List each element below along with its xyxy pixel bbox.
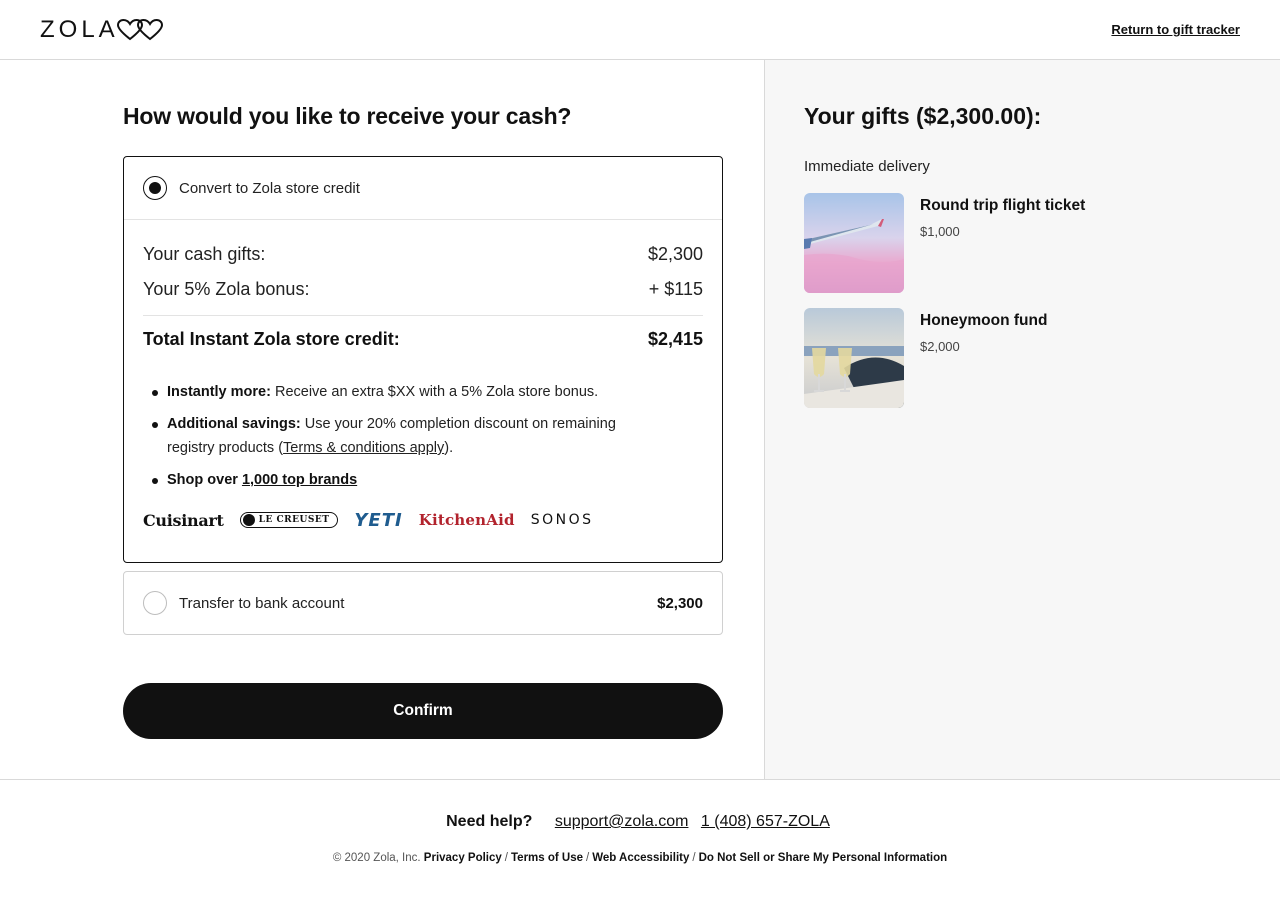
return-to-gift-tracker-link[interactable]: Return to gift tracker: [1111, 22, 1240, 37]
total-value: $2,415: [647, 329, 703, 349]
cash-gifts-label: Your cash gifts:: [143, 244, 266, 264]
gifts-title: Your gifts ($2,300.00):: [804, 103, 1042, 129]
bonus-value: + $115: [648, 279, 703, 299]
cash-options-panel: How would you like to receive your cash?…: [0, 60, 764, 780]
delivery-label: Immediate delivery: [804, 158, 930, 175]
separator: /: [692, 852, 696, 864]
summary-divider: [143, 315, 703, 316]
total-label: Total Instant Zola store credit:: [143, 329, 400, 349]
benefit-2-end: ).: [444, 440, 454, 456]
gift-info: Round trip flight ticket $1,000: [920, 193, 1085, 293]
copyright: © 2020 Zola, Inc.: [332, 852, 421, 864]
support-email-link[interactable]: support@zola.com: [555, 813, 689, 830]
bank-transfer-label: Transfer to bank account: [179, 594, 345, 612]
benefit-1-text: Receive an extra $XX with a 5% Zola stor…: [270, 384, 599, 400]
credit-summary: Your cash gifts: $2,300 Your 5% Zola bon…: [124, 244, 722, 532]
gift-name: Round trip flight ticket: [920, 197, 1086, 214]
kitchenaid-logo: KitchenAid: [418, 511, 515, 529]
benefits-list: Instantly more: Receive an extra $XX wit…: [143, 380, 703, 492]
top-brands-link[interactable]: 1,000 top brands: [242, 472, 357, 488]
need-help-label: Need help?: [446, 813, 533, 830]
privacy-policy-link[interactable]: Privacy Policy: [424, 852, 502, 864]
brand-logos: Cuisinart LE CREUSET YETI KitchenAid SON…: [143, 508, 703, 532]
bank-transfer-option-card[interactable]: Transfer to bank account $2,300: [123, 571, 723, 635]
sonos-logo: SONOS: [530, 512, 594, 528]
gift-price: $2,000: [920, 339, 960, 354]
separator: /: [586, 852, 590, 864]
store-credit-option-card[interactable]: Convert to Zola store credit Your cash g…: [123, 156, 723, 563]
gifts-sidebar: Your gifts ($2,300.00): Immediate delive…: [764, 60, 1280, 780]
benefit-2-title: Additional savings:: [167, 416, 301, 432]
store-credit-radio[interactable]: [143, 176, 167, 200]
benefit-top-brands: Shop over 1,000 top brands: [152, 468, 663, 492]
gift-name: Honeymoon fund: [920, 312, 1048, 329]
yeti-logo: YETI: [354, 509, 403, 531]
radio-selected-dot: [149, 182, 161, 194]
bonus-label: Your 5% Zola bonus:: [143, 279, 310, 299]
benefit-instantly-more: Instantly more: Receive an extra $XX wit…: [152, 380, 663, 404]
cash-gifts-value: $2,300: [647, 244, 703, 264]
flight-ticket-image: [804, 193, 904, 293]
do-not-sell-link[interactable]: Do Not Sell or Share My Personal Informa…: [699, 852, 948, 864]
web-accessibility-link[interactable]: Web Accessibility: [592, 852, 689, 864]
bank-transfer-radio[interactable]: [143, 591, 167, 615]
benefit-1-title: Instantly more:: [167, 384, 271, 400]
zola-logo[interactable]: ZOLA: [40, 17, 165, 43]
support-phone-link[interactable]: 1 (408) 657-ZOLA: [701, 813, 830, 830]
benefit-3-prefix: Shop over: [167, 472, 242, 488]
site-header: ZOLA Return to gift tracker: [0, 0, 1280, 60]
page-title: How would you like to receive your cash?: [123, 103, 572, 129]
cash-gifts-row: Your cash gifts: $2,300: [143, 244, 703, 265]
help-row: Need help? support@zola.com 1 (408) 657-…: [0, 813, 1280, 831]
le-creuset-text: LE CREUSET: [258, 515, 330, 525]
gift-item: Honeymoon fund $2,000: [804, 308, 1047, 408]
bonus-row: Your 5% Zola bonus: + $115: [143, 279, 703, 300]
store-credit-label: Convert to Zola store credit: [179, 179, 360, 197]
terms-conditions-link[interactable]: Terms & conditions apply: [283, 440, 444, 456]
legal-row: © 2020 Zola, Inc. Privacy Policy / Terms o…: [0, 852, 1280, 864]
total-row: Total Instant Zola store credit: $2,415: [143, 329, 703, 350]
bank-transfer-amount: $2,300: [657, 594, 703, 612]
le-creuset-logo: LE CREUSET: [239, 512, 339, 528]
gift-item: Round trip flight ticket $1,000: [804, 193, 1085, 293]
benefit-3-title: Shop over 1,000 top brands: [167, 472, 357, 488]
cuisinart-logo: Cuisinart: [143, 510, 224, 530]
separator: /: [504, 852, 508, 864]
store-credit-option-header[interactable]: Convert to Zola store credit: [124, 157, 722, 220]
gift-price: $1,000: [920, 224, 960, 239]
honeymoon-fund-image: [804, 308, 904, 408]
gift-info: Honeymoon fund $2,000: [920, 308, 1047, 408]
hearts-icon: [116, 19, 163, 41]
logo-text: ZOLA: [40, 16, 119, 43]
site-footer: Need help? support@zola.com 1 (408) 657-…: [0, 779, 1280, 899]
terms-of-use-link[interactable]: Terms of Use: [511, 852, 583, 864]
benefit-additional-savings: Additional savings: Use your 20% complet…: [152, 412, 663, 460]
le-creuset-emblem: [242, 514, 255, 526]
confirm-button[interactable]: Confirm: [123, 683, 723, 739]
